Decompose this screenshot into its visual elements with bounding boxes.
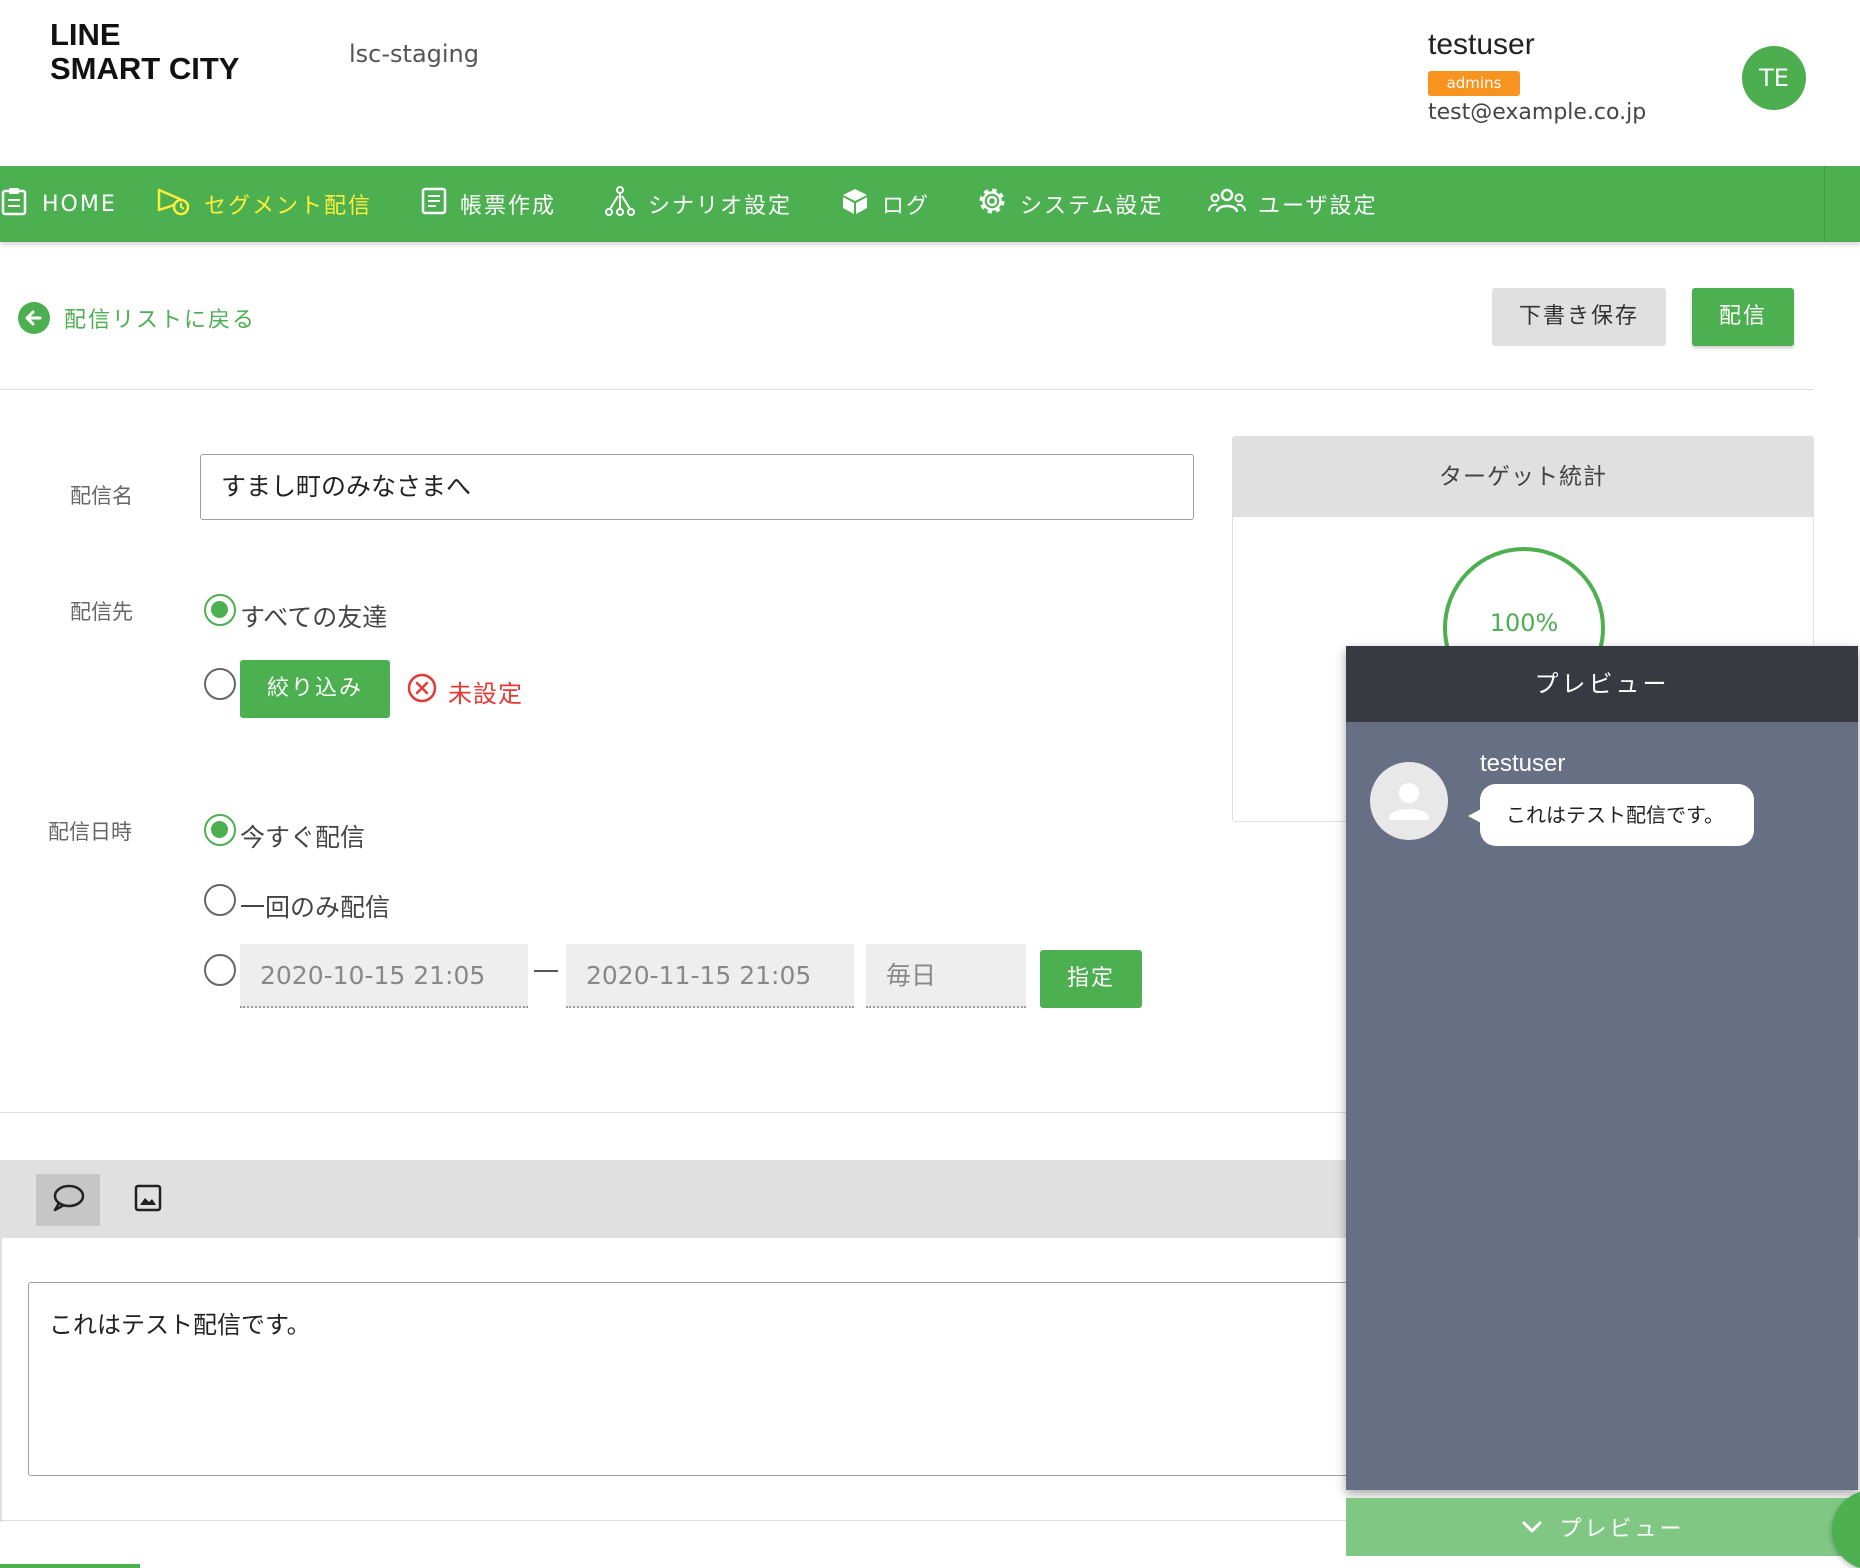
main-nav: HOME セグメント配信 帳票作成 シナリオ設定 ログ システム設定 ユーザ設定 [0, 166, 1860, 242]
clipboard-icon [0, 186, 30, 222]
image-message-tool[interactable] [116, 1174, 180, 1226]
save-draft-button[interactable]: 下書き保存 [1492, 288, 1666, 346]
preview-message-bubble: これはテスト配信です。 [1468, 784, 1754, 846]
nav-label: システム設定 [1020, 194, 1164, 219]
nav-label: ログ [882, 194, 931, 219]
delivery-name-label: 配信名 [70, 484, 133, 508]
form-divider [0, 1112, 1346, 1113]
nav-item-report[interactable]: 帳票作成 [420, 166, 556, 242]
nav-label: HOME [42, 191, 117, 217]
error-circle-icon [406, 672, 438, 710]
target-all-radio[interactable] [204, 594, 236, 626]
nav-item-user-settings[interactable]: ユーザ設定 [1208, 166, 1378, 242]
range-dash [534, 970, 558, 972]
megaphone-icon [156, 185, 192, 223]
message-textarea[interactable]: これはテスト配信です。 [28, 1282, 1388, 1476]
nav-item-home[interactable]: HOME [0, 166, 117, 242]
target-all-label: すべての友達 [240, 603, 388, 632]
nav-item-segment-delivery[interactable]: セグメント配信 [156, 166, 372, 242]
nav-label: シナリオ設定 [648, 194, 793, 219]
users-icon [1208, 187, 1246, 221]
target-percent: 100% [1489, 609, 1559, 637]
preview-panel: プレビュー testuser これはテスト配信です。 [1346, 646, 1858, 1490]
schedule-recurring-radio[interactable] [204, 954, 236, 986]
schedule-now-radio[interactable] [204, 814, 236, 846]
nav-item-scenario[interactable]: シナリオ設定 [604, 166, 792, 242]
nav-item-system-settings[interactable]: システム設定 [976, 166, 1163, 242]
schedule-once-label: 一回のみ配信 [240, 893, 391, 922]
specify-button[interactable]: 指定 [1040, 950, 1142, 1008]
gear-icon [976, 185, 1008, 223]
logo-line-2: SMART CITY [50, 51, 240, 86]
user-avatar[interactable]: TE [1742, 46, 1806, 110]
preview-sender-name: testuser [1480, 750, 1566, 777]
send-button[interactable]: 配信 [1692, 288, 1794, 346]
unset-label: 未設定 [448, 679, 523, 708]
schedule-now-label: 今すぐ配信 [240, 823, 366, 852]
preview-toggle-button[interactable]: プレビュー [1346, 1498, 1860, 1556]
editor-divider [0, 1520, 1346, 1521]
nav-label: セグメント配信 [204, 194, 373, 219]
text-message-tool[interactable] [36, 1174, 100, 1226]
user-email: test@example.co.jp [1428, 100, 1647, 125]
nav-label: 帳票作成 [460, 194, 557, 219]
chevron-down-icon [1521, 1515, 1543, 1540]
box-icon [840, 186, 870, 222]
editor-frame [0, 1238, 2, 1522]
speech-bubble-icon [51, 1183, 85, 1217]
delivery-name-input[interactable]: すまし町のみなさまへ [200, 454, 1194, 520]
bottom-accent [0, 1564, 140, 1568]
target-filter-radio[interactable] [204, 668, 236, 700]
nav-label: ユーザ設定 [1258, 194, 1378, 219]
environment-label: lsc-staging [349, 40, 479, 68]
nav-divider [1824, 166, 1825, 242]
back-link-label: 配信リストに戻る [64, 308, 257, 333]
nav-item-log[interactable]: ログ [840, 166, 930, 242]
filter-status: 未設定 [406, 672, 523, 710]
schedule-once-radio[interactable] [204, 884, 236, 916]
scenario-tree-icon [604, 185, 636, 223]
arrow-left-icon [18, 302, 50, 334]
back-to-list-link[interactable]: 配信リストに戻る [18, 302, 256, 334]
delivery-target-label: 配信先 [70, 600, 133, 624]
app-logo[interactable]: LINE SMART CITY [50, 18, 239, 86]
range-end-field[interactable]: 2020-11-15 21:05 [566, 944, 854, 1008]
range-start-field[interactable]: 2020-10-15 21:05 [240, 944, 528, 1008]
image-icon [133, 1183, 163, 1217]
target-stats-title: ターゲット統計 [1233, 437, 1813, 517]
logo-line-1: LINE [50, 17, 121, 52]
user-name: testuser [1428, 28, 1535, 61]
preview-toggle-label: プレビュー [1559, 1517, 1685, 1542]
frequency-field[interactable]: 毎日 [866, 944, 1026, 1008]
toolbar-divider [0, 389, 1814, 390]
role-badge: admins [1428, 71, 1520, 96]
preview-title: プレビュー [1346, 646, 1858, 722]
sender-avatar-icon [1370, 762, 1448, 840]
filter-button[interactable]: 絞り込み [240, 660, 390, 718]
delivery-schedule-label: 配信日時 [48, 820, 132, 844]
document-icon [420, 186, 448, 222]
